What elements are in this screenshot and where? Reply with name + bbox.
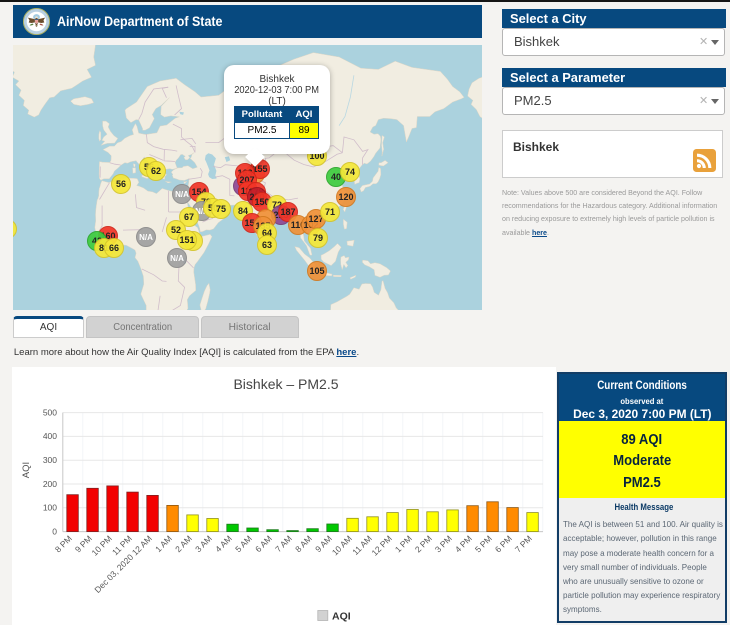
svg-text:40: 40 [331,172,341,182]
svg-text:2 PM: 2 PM [413,533,434,554]
svg-text:120: 120 [338,192,353,202]
svg-text:0: 0 [52,526,57,536]
svg-text:100: 100 [43,503,57,513]
svg-text:5 AM: 5 AM [233,533,254,554]
svg-text:3 PM: 3 PM [433,533,454,554]
svg-text:10 PM: 10 PM [89,533,113,557]
svg-text:200: 200 [43,479,57,489]
svg-text:Bishkek – PM2.5: Bishkek – PM2.5 [233,376,338,392]
svg-text:4 AM: 4 AM [213,533,234,554]
svg-text:500: 500 [43,407,57,417]
svg-text:5 PM: 5 PM [473,533,494,554]
svg-text:3 AM: 3 AM [193,533,214,554]
svg-text:8 AM: 8 AM [293,533,314,554]
svg-text:56: 56 [116,179,126,189]
svg-text:7 PM: 7 PM [513,533,534,554]
svg-text:10 AM: 10 AM [330,533,354,557]
svg-text:300: 300 [43,455,57,465]
svg-text:6 PM: 6 PM [493,533,514,554]
svg-text:67: 67 [184,212,194,222]
svg-text:11 AM: 11 AM [350,533,374,557]
svg-text:63: 63 [262,240,272,250]
svg-text:62: 62 [151,166,161,176]
svg-text:187: 187 [280,207,295,217]
svg-text:66: 66 [109,243,119,253]
svg-text:151: 151 [179,235,194,245]
svg-text:79: 79 [313,233,323,243]
svg-text:N/A: N/A [175,190,189,199]
svg-text:400: 400 [43,431,57,441]
svg-text:N/A: N/A [170,254,184,263]
svg-text:6 AM: 6 AM [253,533,274,554]
svg-text:8 PM: 8 PM [53,533,74,554]
svg-text:AQI: AQI [21,462,32,478]
svg-text:71: 71 [325,207,335,217]
svg-text:7 AM: 7 AM [273,533,294,554]
svg-text:4 PM: 4 PM [453,533,474,554]
svg-text:105: 105 [309,266,324,276]
svg-text:75: 75 [216,204,226,214]
svg-text:2 AM: 2 AM [173,533,194,554]
svg-text:12 PM: 12 PM [369,533,393,557]
svg-text:1 PM: 1 PM [393,533,414,554]
svg-text:84: 84 [238,206,248,216]
svg-text:AQI: AQI [332,611,351,623]
svg-text:N/A: N/A [139,233,153,242]
svg-text:74: 74 [345,167,355,177]
svg-text:1 AM: 1 AM [153,533,174,554]
